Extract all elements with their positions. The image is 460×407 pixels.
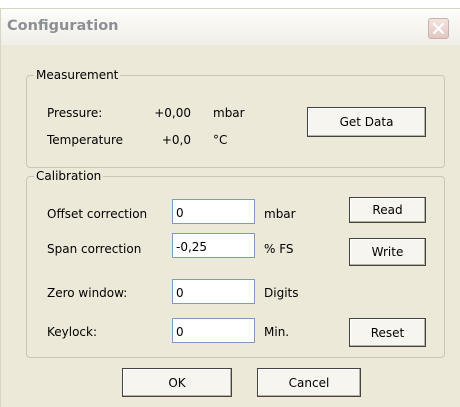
temperature-unit: °C [213, 133, 228, 147]
calibration-group-title: Calibration [34, 169, 104, 183]
span-correction-input[interactable] [172, 233, 255, 258]
keylock-label: Keylock: [47, 325, 98, 339]
zero-window-unit: Digits [264, 286, 299, 300]
keylock-input[interactable] [172, 318, 255, 343]
configuration-dialog: Configuration Measurement Pressure: +0,0… [0, 8, 460, 407]
zero-window-label: Zero window: [47, 286, 128, 300]
measurement-group: Measurement Pressure: +0,00 mbar Tempera… [26, 68, 445, 168]
pressure-value: +0,00 [154, 106, 191, 120]
pressure-unit: mbar [213, 106, 245, 120]
span-correction-unit: % FS [264, 242, 294, 256]
close-button[interactable] [428, 18, 449, 39]
pressure-label: Pressure: [47, 106, 103, 120]
ok-button[interactable]: OK [122, 368, 232, 397]
cancel-button[interactable]: Cancel [257, 368, 361, 397]
offset-correction-unit: mbar [264, 207, 296, 221]
keylock-unit: Min. [264, 325, 290, 339]
zero-window-input[interactable] [172, 279, 255, 304]
calibration-group: Calibration Offset correction mbar Read … [26, 169, 445, 358]
reset-button[interactable]: Reset [349, 318, 426, 347]
write-button[interactable]: Write [349, 238, 426, 266]
measurement-group-title: Measurement [34, 68, 121, 82]
dialog-title: Configuration [7, 18, 119, 34]
temperature-label: Temperature [47, 133, 124, 147]
title-bar[interactable]: Configuration [1, 9, 460, 45]
offset-correction-input[interactable] [172, 199, 255, 224]
offset-correction-label: Offset correction [47, 207, 148, 221]
temperature-value: +0,0 [161, 133, 191, 147]
get-data-button[interactable]: Get Data [307, 107, 426, 137]
read-button[interactable]: Read [349, 197, 426, 223]
close-icon [432, 22, 445, 35]
span-correction-label: Span correction [47, 242, 142, 256]
